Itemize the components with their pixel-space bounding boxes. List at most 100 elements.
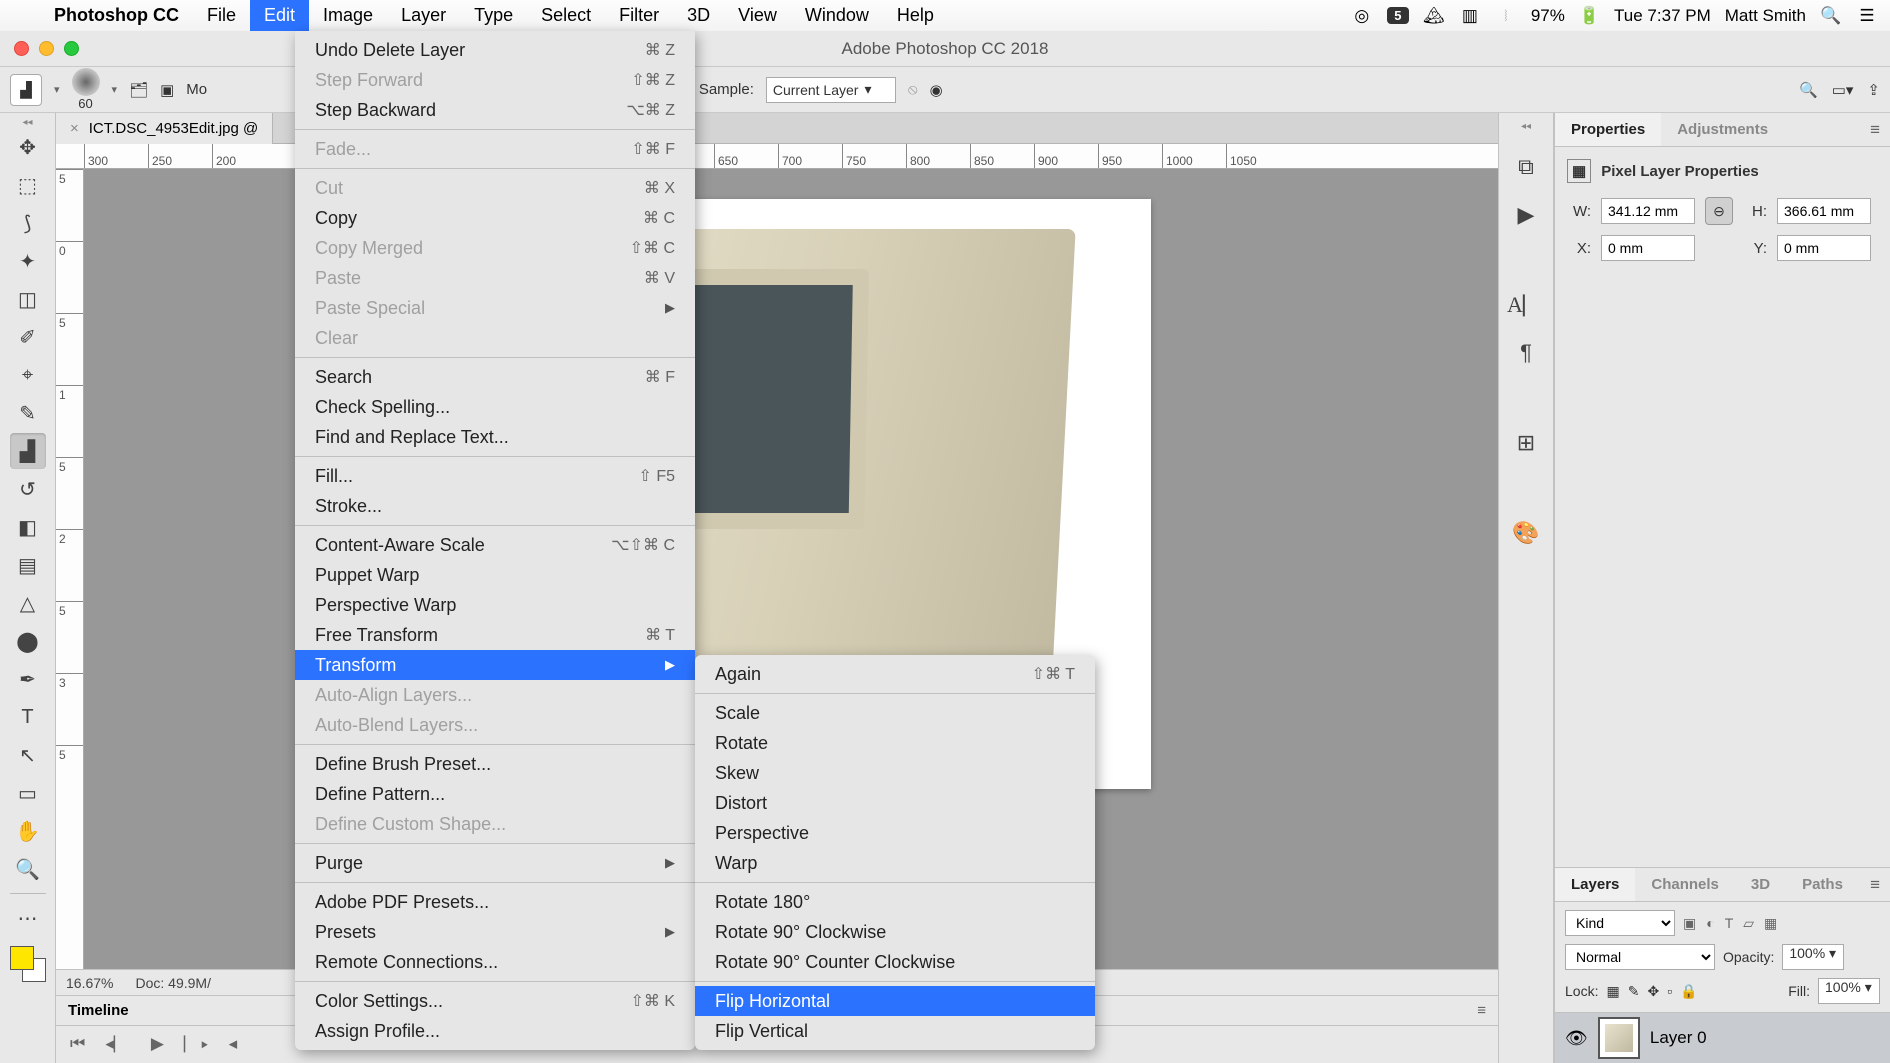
menu-item[interactable]: Search⌘ F [295, 362, 695, 392]
close-window[interactable] [14, 41, 29, 56]
menu-layer[interactable]: Layer [387, 0, 460, 31]
swatches-icon[interactable]: 🎨 [1512, 520, 1539, 546]
filter-smart-icon[interactable]: ▦ [1764, 915, 1777, 932]
channels-tab[interactable]: Channels [1635, 868, 1735, 901]
battery-icon[interactable]: 🔋 [1579, 6, 1600, 26]
history-brush-tool[interactable]: ↺ [10, 471, 46, 507]
menu-item[interactable]: Perspective Warp [295, 590, 695, 620]
list-icon[interactable]: ☰ [1856, 6, 1878, 26]
workspace-icon[interactable]: ▭▾ [1832, 81, 1854, 99]
prev-frame-icon[interactable]: ◂⎸ [105, 1034, 131, 1054]
next-frame-icon[interactable]: ⎸▸ [184, 1034, 209, 1054]
eyedropper-tool[interactable]: ✐ [10, 319, 46, 355]
quick-select-tool[interactable]: ✦ [10, 243, 46, 279]
menu-item[interactable]: Free Transform⌘ T [295, 620, 695, 650]
menu-item[interactable]: Transform▶ [295, 650, 695, 680]
filter-type-icon[interactable]: T [1725, 915, 1734, 932]
menu-item[interactable]: Define Brush Preset... [295, 749, 695, 779]
battery-percent[interactable]: 97% [1531, 6, 1565, 26]
timeline-label[interactable]: Timeline [68, 1002, 129, 1019]
shape-tool[interactable]: ▭ [10, 775, 46, 811]
menu-item[interactable]: Stroke... [295, 491, 695, 521]
panel-handle[interactable]: ◂◂ [8, 117, 48, 127]
binoculars-icon[interactable]: 🏔 [1423, 6, 1445, 26]
blend-mode-select[interactable]: Normal [1565, 944, 1715, 970]
menu-item[interactable]: Rotate 180° [695, 887, 1095, 917]
cc-icon[interactable]: ◎ [1351, 6, 1373, 26]
healing-tool[interactable]: ⌖ [10, 357, 46, 393]
visibility-icon[interactable]: 👁 [1565, 1028, 1588, 1049]
menu-item[interactable]: Purge▶ [295, 848, 695, 878]
menu-item[interactable]: Scale [695, 698, 1095, 728]
properties-tab[interactable]: Properties [1555, 113, 1661, 146]
width-input[interactable] [1601, 198, 1695, 224]
menu-image[interactable]: Image [309, 0, 387, 31]
eraser-tool[interactable]: ◧ [10, 509, 46, 545]
menu-help[interactable]: Help [883, 0, 948, 31]
menu-item[interactable]: Warp [695, 848, 1095, 878]
menu-window[interactable]: Window [791, 0, 883, 31]
dodge-tool[interactable]: ⬤ [10, 623, 46, 659]
link-wh-button[interactable]: ⊖ [1705, 197, 1733, 225]
app-name[interactable]: Photoshop CC [40, 5, 193, 26]
filter-shape-icon[interactable]: ▱ [1743, 915, 1754, 932]
menu-item[interactable]: Define Pattern... [295, 779, 695, 809]
close-tab-icon[interactable]: × [70, 120, 79, 137]
menu-item[interactable]: Adobe PDF Presets... [295, 887, 695, 917]
first-frame-icon[interactable]: ⏮ [70, 1034, 85, 1054]
tool-preset-picker[interactable]: ▟ [10, 74, 42, 106]
menu-item[interactable]: Presets▶ [295, 917, 695, 947]
lock-trans-icon[interactable]: ▦ [1606, 983, 1619, 1000]
chevron-down-icon[interactable]: ▾ [112, 83, 118, 96]
menu-item[interactable]: Check Spelling... [295, 392, 695, 422]
menu-item[interactable]: Rotate [695, 728, 1095, 758]
para-icon[interactable]: ¶ [1520, 340, 1532, 366]
zoom-tool[interactable]: 🔍 [10, 851, 46, 887]
minimize-window[interactable] [39, 41, 54, 56]
play-icon[interactable]: ▶ [151, 1034, 164, 1054]
grid-icon[interactable]: ⊞ [1517, 430, 1535, 456]
fill-input[interactable]: 100% ▾ [1818, 978, 1880, 1004]
play-dock-icon[interactable]: ▶ [1518, 202, 1535, 228]
zoom-window[interactable] [64, 41, 79, 56]
menu-item[interactable]: Undo Delete Layer⌘ Z [295, 35, 695, 65]
paths-tab[interactable]: Paths [1786, 868, 1859, 901]
layer-row[interactable]: 👁 Layer 0 [1555, 1013, 1890, 1063]
battery-menu-icon[interactable]: ▥ [1459, 6, 1481, 26]
menu-item[interactable]: Skew [695, 758, 1095, 788]
x-input[interactable] [1601, 235, 1695, 261]
brush-tool[interactable]: ✎ [10, 395, 46, 431]
ignore-adj-icon[interactable]: ⦸ [908, 81, 918, 98]
layer-thumb[interactable] [1598, 1017, 1640, 1059]
path-select-tool[interactable]: ↖ [10, 737, 46, 773]
menu-item[interactable]: Rotate 90° Clockwise [695, 917, 1095, 947]
panel-menu-icon[interactable]: ≡ [1860, 113, 1890, 146]
pen-tool[interactable]: ✒ [10, 661, 46, 697]
doc-tab[interactable]: × ICT.DSC_4953Edit.jpg @ [56, 113, 273, 144]
layers-tab[interactable]: Layers [1555, 868, 1635, 901]
menu-item[interactable]: Puppet Warp [295, 560, 695, 590]
clone-stamp-tool[interactable]: ▟ [10, 433, 46, 469]
five-icon[interactable]: 5 [1387, 7, 1409, 24]
history-icon[interactable]: ⧉ [1518, 154, 1534, 180]
menu-item[interactable]: Color Settings...⇧⌘ K [295, 986, 695, 1016]
filter-adj-icon[interactable]: ◐ [1706, 915, 1714, 932]
menu-3d[interactable]: 3D [673, 0, 724, 31]
marquee-tool[interactable]: ⬚ [10, 167, 46, 203]
menu-item[interactable]: Flip Vertical [695, 1016, 1095, 1046]
panel-menu-icon[interactable]: ≡ [1477, 1002, 1486, 1019]
menu-item[interactable]: Content-Aware Scale⌥⇧⌘ C [295, 530, 695, 560]
filter-kind-select[interactable]: Kind [1565, 910, 1675, 936]
menu-item[interactable]: Perspective [695, 818, 1095, 848]
3d-tab[interactable]: 3D [1735, 868, 1786, 901]
user-name[interactable]: Matt Smith [1725, 6, 1806, 26]
crop-tool[interactable]: ◫ [10, 281, 46, 317]
layer-name[interactable]: Layer 0 [1650, 1028, 1707, 1048]
sample-select[interactable]: Current Layer▾ [766, 77, 896, 103]
menu-item[interactable]: Assign Profile... [295, 1016, 695, 1046]
adjustments-tab[interactable]: Adjustments [1661, 113, 1784, 146]
menu-item[interactable]: Find and Replace Text... [295, 422, 695, 452]
ruler-horizontal[interactable]: 300 250 200 550 600 650 700 750 800 850 … [56, 144, 1498, 169]
menu-item[interactable]: Fill...⇧ F5 [295, 461, 695, 491]
lock-artboard-icon[interactable]: ▫ [1667, 983, 1672, 999]
